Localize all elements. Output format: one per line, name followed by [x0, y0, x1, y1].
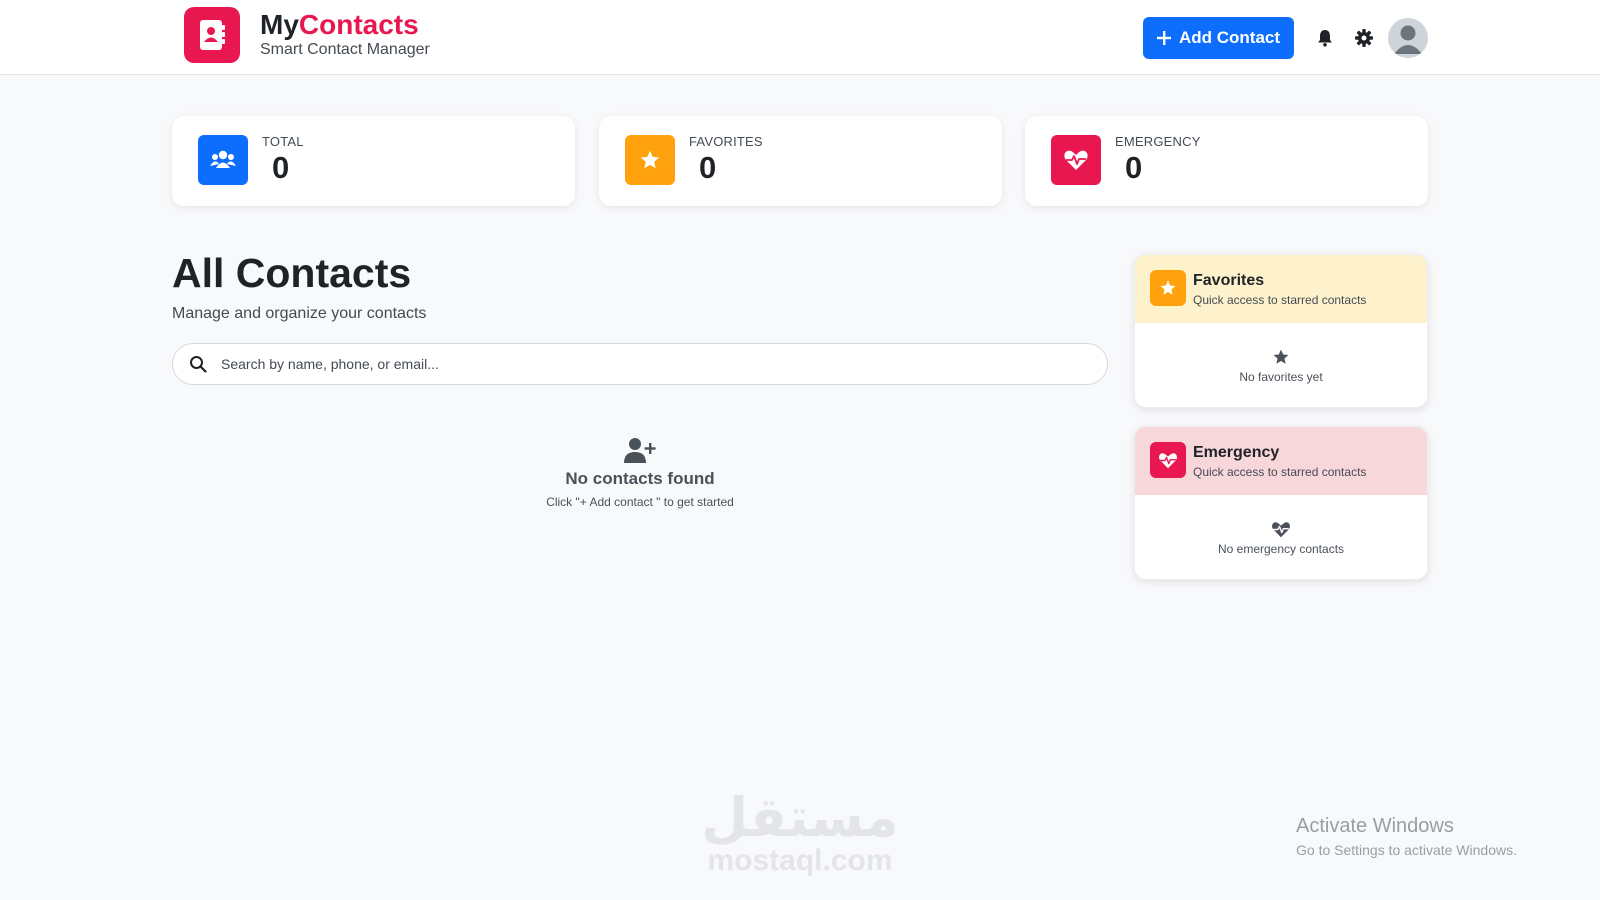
stat-value: 0 [699, 150, 717, 185]
stat-label: TOTAL [262, 134, 304, 149]
search-icon [190, 356, 207, 373]
stat-value: 0 [272, 150, 290, 185]
favorites-subtitle: Quick access to starred contacts [1193, 293, 1367, 307]
watermark-latin: mostaql.com [707, 844, 893, 877]
favorites-panel-header: Favorites Quick access to starred contac… [1135, 255, 1427, 323]
favorites-panel-body: No favorites yet [1135, 323, 1427, 407]
bell-icon[interactable] [1313, 26, 1337, 50]
users-icon [198, 135, 248, 185]
search-input[interactable] [221, 344, 1091, 384]
heart-pulse-icon [1272, 521, 1290, 537]
stat-card-favorites: FAVORITES 0 [599, 116, 1002, 206]
empty-title: No contacts found [565, 469, 715, 488]
stat-label: FAVORITES [689, 134, 763, 149]
add-contact-button[interactable]: Add Contact [1143, 17, 1294, 59]
stat-value: 0 [1125, 150, 1143, 185]
stat-card-total: TOTAL 0 [172, 116, 575, 206]
plus-icon [1156, 31, 1171, 45]
emergency-panel-header: Emergency Quick access to starred contac… [1135, 427, 1427, 495]
empty-hint: Click "+ Add contact " to get started [546, 495, 734, 509]
empty-state: No contacts found Click "+ Add contact "… [500, 437, 780, 509]
emergency-panel: Emergency Quick access to starred contac… [1134, 426, 1428, 580]
page-title: All Contacts [172, 250, 412, 296]
stat-label: EMERGENCY [1115, 134, 1201, 149]
stat-card-emergency: EMERGENCY 0 [1025, 116, 1428, 206]
activate-hint: Go to Settings to activate Windows. [1296, 842, 1517, 858]
emergency-panel-body: No emergency contacts [1135, 495, 1427, 579]
watermark-arabic: مستقل [701, 786, 899, 849]
user-plus-icon [500, 437, 780, 463]
star-icon [1150, 270, 1186, 306]
top-header: MyContacts Smart Contact Manager Add Con… [0, 0, 1600, 75]
favorites-title: Favorites [1193, 272, 1265, 289]
activate-windows-watermark: Activate Windows Go to Settings to activ… [1296, 815, 1517, 858]
activate-title: Activate Windows [1296, 815, 1454, 837]
emergency-empty-text: No emergency contacts [1217, 541, 1345, 556]
favorites-panel: Favorites Quick access to starred contac… [1134, 254, 1428, 408]
star-icon [1273, 349, 1289, 364]
brand-name-accent: Contacts [298, 9, 419, 40]
brand: MyContacts Smart Contact Manager [260, 10, 430, 59]
mostaql-watermark: مستقل mostaql.com [700, 790, 900, 880]
add-contact-label: Add Contact [1178, 28, 1281, 47]
gear-icon[interactable] [1352, 26, 1376, 50]
brand-name: MyContacts [260, 10, 430, 40]
search-bar[interactable] [172, 343, 1108, 385]
user-avatar-icon[interactable] [1388, 18, 1428, 58]
favorites-empty-text: No favorites yet [1239, 370, 1323, 384]
page-subtitle: Manage and organize your contacts [172, 305, 427, 322]
brand-subtitle: Smart Contact Manager [260, 41, 430, 58]
star-icon [625, 135, 675, 185]
heart-pulse-icon [1150, 442, 1186, 478]
brand-name-prefix: My [260, 9, 299, 40]
heart-pulse-icon [1051, 135, 1101, 185]
emergency-title: Emergency [1193, 444, 1280, 461]
address-book-icon[interactable] [184, 7, 240, 63]
emergency-subtitle: Quick access to starred contacts [1193, 465, 1367, 479]
